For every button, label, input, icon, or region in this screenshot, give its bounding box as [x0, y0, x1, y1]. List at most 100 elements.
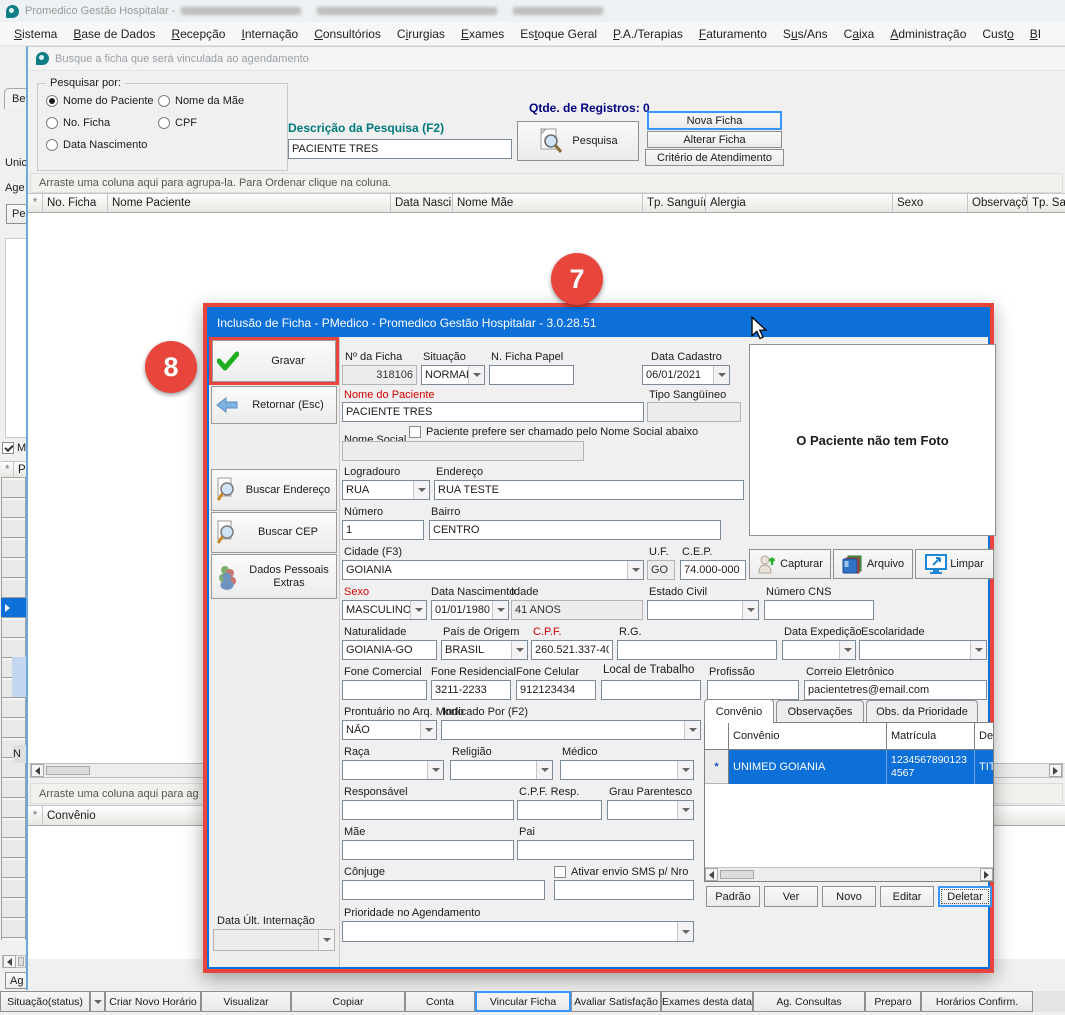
sms-checkbox-row[interactable]: Ativar envio SMS p/ Nro — [554, 866, 688, 878]
dropdown-arrow-icon[interactable] — [970, 641, 986, 659]
background-checkbox-row[interactable]: M — [2, 442, 26, 454]
checkbox-icon[interactable] — [554, 866, 566, 878]
col-dependencia[interactable]: De — [975, 723, 993, 749]
dialog-titlebar[interactable]: Inclusão de Ficha - PMedico - Promedico … — [209, 309, 988, 337]
col-tipo-sanguineo-2[interactable]: Tp. Sar — [1028, 193, 1065, 213]
background-ag-button[interactable]: Ag — [5, 972, 28, 989]
scroll-thumb[interactable] — [46, 766, 90, 775]
group-by-band[interactable]: Arraste uma coluna aqui para agrupa-la. … — [30, 173, 1063, 193]
endereco-input[interactable]: RUA TESTE — [434, 480, 744, 500]
fone-residencial-input[interactable]: 3211-2233 — [431, 680, 511, 700]
conjuge-input[interactable] — [342, 880, 545, 900]
dropdown-arrow-icon[interactable] — [677, 761, 693, 779]
dropdown-arrow-icon[interactable] — [410, 601, 426, 619]
tab-obs-prioridade[interactable]: Obs. da Prioridade — [866, 700, 978, 722]
sms-numero-input[interactable] — [554, 880, 694, 900]
col-observacoes[interactable]: Observaçõe — [968, 193, 1028, 213]
cpf-input[interactable]: 260.521.337-40 — [531, 640, 613, 660]
scroll-right-icon[interactable] — [980, 868, 993, 881]
bairro-input[interactable]: CENTRO — [429, 520, 721, 540]
background-hscrollbar[interactable] — [2, 955, 26, 968]
col-alergia[interactable]: Alergia — [706, 193, 893, 213]
scroll-left-icon[interactable] — [705, 868, 718, 881]
escolaridade-select[interactable] — [859, 640, 987, 660]
data-nascimento-select[interactable]: 01/01/1980 — [431, 600, 509, 620]
col-sexo[interactable]: Sexo — [893, 193, 968, 213]
menu-base-de-dados[interactable]: Base de Dados — [65, 24, 163, 44]
scroll-thumb[interactable] — [18, 957, 24, 966]
raca-select[interactable] — [342, 760, 444, 780]
menu-pa-terapias[interactable]: P.A./Terapias — [605, 24, 691, 44]
preparo-button[interactable]: Preparo — [865, 991, 921, 1012]
local-trabalho-input[interactable] — [601, 680, 701, 700]
arquivo-button[interactable]: Arquivo — [833, 549, 913, 579]
numero-cns-input[interactable] — [764, 600, 874, 620]
prioridade-select[interactable] — [342, 921, 694, 942]
cidade-select[interactable]: GOIANIA — [342, 560, 644, 580]
col-matricula[interactable]: Matrícula — [887, 723, 975, 749]
menu-administracao[interactable]: Administração — [882, 24, 974, 44]
editar-button[interactable]: Editar — [880, 886, 934, 907]
background-selected-row[interactable] — [1, 598, 26, 617]
fone-celular-input[interactable]: 912123434 — [516, 680, 596, 700]
dropdown-arrow-icon[interactable] — [511, 641, 527, 659]
convenio-grid-hscrollbar[interactable] — [705, 867, 993, 881]
radio-nome-da-mae[interactable]: Nome da Mãe — [158, 95, 244, 107]
radio-nome-do-paciente[interactable]: Nome do Paciente — [46, 95, 154, 107]
criterio-atendimento-button[interactable]: Critério de Atendimento — [645, 149, 784, 166]
asterisk-icon[interactable]: * — [28, 805, 43, 826]
avaliar-satisfacao-button[interactable]: Avaliar Satisfação — [571, 991, 661, 1012]
cpf-resp-input[interactable] — [517, 800, 602, 820]
scroll-right-icon[interactable] — [1049, 764, 1062, 777]
radio-no-ficha[interactable]: No. Ficha — [46, 117, 110, 129]
email-input[interactable]: pacientetres@email.com — [804, 680, 987, 700]
logradouro-select[interactable]: RUA — [342, 480, 430, 500]
sexo-select[interactable]: MASCULINO — [342, 600, 427, 620]
scroll-left-icon[interactable] — [3, 955, 16, 968]
copiar-button[interactable]: Copiar — [291, 991, 405, 1012]
ag-consultas-button[interactable]: Ag. Consultas — [753, 991, 865, 1012]
fone-comercial-input[interactable] — [342, 680, 427, 700]
descricao-pesquisa-input[interactable]: PACIENTE TRES — [288, 139, 512, 159]
menu-recepcao[interactable]: Recepção — [163, 24, 233, 44]
col-nome-paciente[interactable]: Nome Paciente — [108, 193, 391, 213]
naturalidade-input[interactable]: GOIANIA-GO — [342, 640, 437, 660]
col-data-nascimento[interactable]: Data Nascin — [391, 193, 453, 213]
scroll-thumb[interactable] — [720, 870, 754, 879]
dropdown-arrow-icon[interactable] — [413, 481, 429, 499]
responsavel-input[interactable] — [342, 800, 514, 820]
visualizar-button[interactable]: Visualizar — [201, 991, 291, 1012]
capturar-button[interactable]: Capturar — [749, 549, 831, 579]
background-pe-button[interactable]: Pe — [6, 204, 28, 224]
retornar-button[interactable]: Retornar (Esc) — [211, 386, 337, 424]
convenio-row[interactable]: * UNIMED GOIANIA 12345678901234567 TIT — [705, 750, 993, 784]
alterar-ficha-button[interactable]: Alterar Ficha — [647, 131, 782, 148]
asterisk-icon[interactable]: * — [28, 193, 43, 213]
data-expedicao-select[interactable] — [782, 640, 856, 660]
prontuario-select[interactable]: NÃO — [342, 720, 437, 740]
background-list[interactable] — [5, 238, 28, 438]
criar-novo-horario-button[interactable]: Criar Novo Horário — [105, 991, 201, 1012]
menu-internacao[interactable]: Internação — [233, 24, 306, 44]
data-ult-internacao-select[interactable] — [213, 929, 335, 951]
background-row-selector-column[interactable] — [1, 478, 26, 940]
radio-icon[interactable] — [46, 139, 58, 151]
deletar-button[interactable]: Deletar — [938, 886, 992, 907]
situacao-status-dropdown[interactable] — [90, 991, 105, 1012]
col-no-ficha[interactable]: No. Ficha — [43, 193, 108, 213]
menu-custo[interactable]: Custo — [974, 24, 1021, 44]
menu-cirurgias[interactable]: Cirurgias — [389, 24, 453, 44]
indicado-por-select[interactable] — [441, 720, 701, 740]
tab-observacoes[interactable]: Observações — [776, 700, 864, 722]
dropdown-arrow-icon[interactable] — [492, 601, 508, 619]
grau-parentesco-select[interactable] — [607, 800, 694, 820]
dropdown-arrow-icon[interactable] — [627, 561, 643, 579]
nova-ficha-button[interactable]: Nova Ficha — [647, 111, 782, 130]
numero-input[interactable]: 1 — [342, 520, 424, 540]
dropdown-arrow-icon[interactable] — [713, 366, 729, 384]
menu-estoque-geral[interactable]: Estoque Geral — [512, 24, 605, 44]
col-nome-mae[interactable]: Nome Mãe — [453, 193, 643, 213]
background-tab[interactable]: Be — [4, 88, 28, 109]
radio-icon[interactable] — [158, 95, 170, 107]
exames-desta-data-button[interactable]: Exames desta data — [661, 991, 753, 1012]
